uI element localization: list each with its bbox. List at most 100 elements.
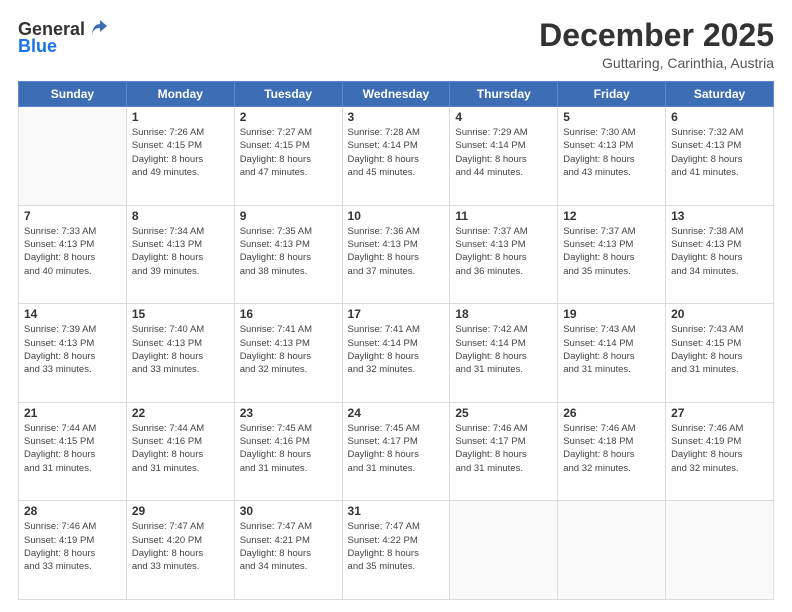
day-info: Sunrise: 7:34 AM Sunset: 4:13 PM Dayligh… <box>132 225 229 278</box>
col-wednesday: Wednesday <box>342 82 450 107</box>
header: General Blue December 2025 Guttaring, Ca… <box>18 18 774 71</box>
day-info: Sunrise: 7:39 AM Sunset: 4:13 PM Dayligh… <box>24 323 121 376</box>
day-number: 29 <box>132 504 229 518</box>
day-info: Sunrise: 7:28 AM Sunset: 4:14 PM Dayligh… <box>348 126 445 179</box>
logo-flag-icon <box>89 18 111 40</box>
table-row: 4 Sunrise: 7:29 AM Sunset: 4:14 PM Daylig… <box>450 107 558 206</box>
table-row: 9 Sunrise: 7:35 AM Sunset: 4:13 PM Daylig… <box>234 205 342 304</box>
day-info: Sunrise: 7:45 AM Sunset: 4:17 PM Dayligh… <box>348 422 445 475</box>
day-info: Sunrise: 7:43 AM Sunset: 4:15 PM Dayligh… <box>671 323 768 376</box>
table-row: 26 Sunrise: 7:46 AM Sunset: 4:18 PM Dayli… <box>558 402 666 501</box>
table-row: 2Sunrise: 7:27 AM Sunset: 4:15 PM Daylig… <box>234 107 342 206</box>
day-number: 25 <box>455 406 552 420</box>
table-row: 14 Sunrise: 7:39 AM Sunset: 4:13 PM Dayli… <box>19 304 127 403</box>
day-info: Sunrise: 7:30 AM Sunset: 4:13 PM Dayligh… <box>563 126 660 179</box>
day-number: 19 <box>563 307 660 321</box>
table-row: 15Sunrise: 7:40 AM Sunset: 4:13 PM Dayli… <box>126 304 234 403</box>
day-info: Sunrise: 7:38 AM Sunset: 4:13 PM Dayligh… <box>671 225 768 278</box>
day-number: 17 <box>348 307 445 321</box>
day-info: Sunrise: 7:26 AM Sunset: 4:15 PM Dayligh… <box>132 126 229 179</box>
col-saturday: Saturday <box>666 82 774 107</box>
day-info: Sunrise: 7:46 AM Sunset: 4:18 PM Dayligh… <box>563 422 660 475</box>
table-row: 17 Sunrise: 7:41 AM Sunset: 4:14 PM Dayli… <box>342 304 450 403</box>
day-number: 11 <box>455 209 552 223</box>
day-info: Sunrise: 7:41 AM Sunset: 4:13 PM Dayligh… <box>240 323 337 376</box>
day-info: Sunrise: 7:29 AM Sunset: 4:14 PM Dayligh… <box>455 126 552 179</box>
day-info: Sunrise: 7:37 AM Sunset: 4:13 PM Dayligh… <box>563 225 660 278</box>
day-number: 22 <box>132 406 229 420</box>
table-row: 3 Sunrise: 7:28 AM Sunset: 4:14 PM Daylig… <box>342 107 450 206</box>
day-number: 8 <box>132 209 229 223</box>
day-number: 1 <box>132 110 229 124</box>
day-number: 12 <box>563 209 660 223</box>
table-row: 11 Sunrise: 7:37 AM Sunset: 4:13 PM Dayli… <box>450 205 558 304</box>
day-info: Sunrise: 7:42 AM Sunset: 4:14 PM Dayligh… <box>455 323 552 376</box>
day-info: Sunrise: 7:32 AM Sunset: 4:13 PM Dayligh… <box>671 126 768 179</box>
day-number: 31 <box>348 504 445 518</box>
month-title: December 2025 <box>539 18 774 53</box>
day-info: Sunrise: 7:46 AM Sunset: 4:19 PM Dayligh… <box>24 520 121 573</box>
day-info: Sunrise: 7:41 AM Sunset: 4:14 PM Dayligh… <box>348 323 445 376</box>
calendar-week-row: 14 Sunrise: 7:39 AM Sunset: 4:13 PM Dayli… <box>19 304 774 403</box>
day-info: Sunrise: 7:46 AM Sunset: 4:19 PM Dayligh… <box>671 422 768 475</box>
table-row <box>666 501 774 600</box>
day-info: Sunrise: 7:44 AM Sunset: 4:15 PM Dayligh… <box>24 422 121 475</box>
day-number: 4 <box>455 110 552 124</box>
col-friday: Friday <box>558 82 666 107</box>
table-row: 5 Sunrise: 7:30 AM Sunset: 4:13 PM Daylig… <box>558 107 666 206</box>
table-row: 6 Sunrise: 7:32 AM Sunset: 4:13 PM Daylig… <box>666 107 774 206</box>
day-number: 18 <box>455 307 552 321</box>
day-info: Sunrise: 7:47 AM Sunset: 4:20 PM Dayligh… <box>132 520 229 573</box>
table-row: 24 Sunrise: 7:45 AM Sunset: 4:17 PM Dayli… <box>342 402 450 501</box>
day-number: 14 <box>24 307 121 321</box>
table-row: 29 Sunrise: 7:47 AM Sunset: 4:20 PM Dayli… <box>126 501 234 600</box>
day-number: 23 <box>240 406 337 420</box>
table-row: 31Sunrise: 7:47 AM Sunset: 4:22 PM Dayli… <box>342 501 450 600</box>
day-number: 20 <box>671 307 768 321</box>
table-row: 10 Sunrise: 7:36 AM Sunset: 4:13 PM Dayli… <box>342 205 450 304</box>
day-number: 10 <box>348 209 445 223</box>
day-number: 3 <box>348 110 445 124</box>
table-row: 21 Sunrise: 7:44 AM Sunset: 4:15 PM Dayli… <box>19 402 127 501</box>
location-subtitle: Guttaring, Carinthia, Austria <box>539 55 774 71</box>
day-number: 24 <box>348 406 445 420</box>
table-row: 8 Sunrise: 7:34 AM Sunset: 4:13 PM Daylig… <box>126 205 234 304</box>
table-row: 25Sunrise: 7:46 AM Sunset: 4:17 PM Dayli… <box>450 402 558 501</box>
col-tuesday: Tuesday <box>234 82 342 107</box>
table-row: 7Sunrise: 7:33 AM Sunset: 4:13 PM Daylig… <box>19 205 127 304</box>
day-number: 15 <box>132 307 229 321</box>
calendar-week-row: 21 Sunrise: 7:44 AM Sunset: 4:15 PM Dayli… <box>19 402 774 501</box>
day-info: Sunrise: 7:43 AM Sunset: 4:14 PM Dayligh… <box>563 323 660 376</box>
table-row: 20 Sunrise: 7:43 AM Sunset: 4:15 PM Dayli… <box>666 304 774 403</box>
table-row: 12 Sunrise: 7:37 AM Sunset: 4:13 PM Dayli… <box>558 205 666 304</box>
calendar-week-row: 7Sunrise: 7:33 AM Sunset: 4:13 PM Daylig… <box>19 205 774 304</box>
day-info: Sunrise: 7:33 AM Sunset: 4:13 PM Dayligh… <box>24 225 121 278</box>
calendar-header-row: Sunday Monday Tuesday Wednesday Thursday… <box>19 82 774 107</box>
day-info: Sunrise: 7:37 AM Sunset: 4:13 PM Dayligh… <box>455 225 552 278</box>
day-info: Sunrise: 7:36 AM Sunset: 4:13 PM Dayligh… <box>348 225 445 278</box>
day-number: 21 <box>24 406 121 420</box>
table-row <box>450 501 558 600</box>
day-number: 6 <box>671 110 768 124</box>
day-number: 30 <box>240 504 337 518</box>
calendar-week-row: 1 Sunrise: 7:26 AM Sunset: 4:15 PM Daylig… <box>19 107 774 206</box>
day-number: 9 <box>240 209 337 223</box>
day-number: 5 <box>563 110 660 124</box>
logo-blue-text: Blue <box>18 36 57 57</box>
day-info: Sunrise: 7:35 AM Sunset: 4:13 PM Dayligh… <box>240 225 337 278</box>
table-row: 22 Sunrise: 7:44 AM Sunset: 4:16 PM Dayli… <box>126 402 234 501</box>
table-row: 1 Sunrise: 7:26 AM Sunset: 4:15 PM Daylig… <box>126 107 234 206</box>
day-number: 28 <box>24 504 121 518</box>
day-number: 26 <box>563 406 660 420</box>
table-row: 16 Sunrise: 7:41 AM Sunset: 4:13 PM Dayli… <box>234 304 342 403</box>
day-info: Sunrise: 7:45 AM Sunset: 4:16 PM Dayligh… <box>240 422 337 475</box>
col-thursday: Thursday <box>450 82 558 107</box>
table-row: 18 Sunrise: 7:42 AM Sunset: 4:14 PM Dayli… <box>450 304 558 403</box>
day-number: 16 <box>240 307 337 321</box>
day-number: 27 <box>671 406 768 420</box>
title-section: December 2025 Guttaring, Carinthia, Aust… <box>539 18 774 71</box>
table-row: 28 Sunrise: 7:46 AM Sunset: 4:19 PM Dayli… <box>19 501 127 600</box>
day-info: Sunrise: 7:44 AM Sunset: 4:16 PM Dayligh… <box>132 422 229 475</box>
day-info: Sunrise: 7:47 AM Sunset: 4:21 PM Dayligh… <box>240 520 337 573</box>
col-monday: Monday <box>126 82 234 107</box>
